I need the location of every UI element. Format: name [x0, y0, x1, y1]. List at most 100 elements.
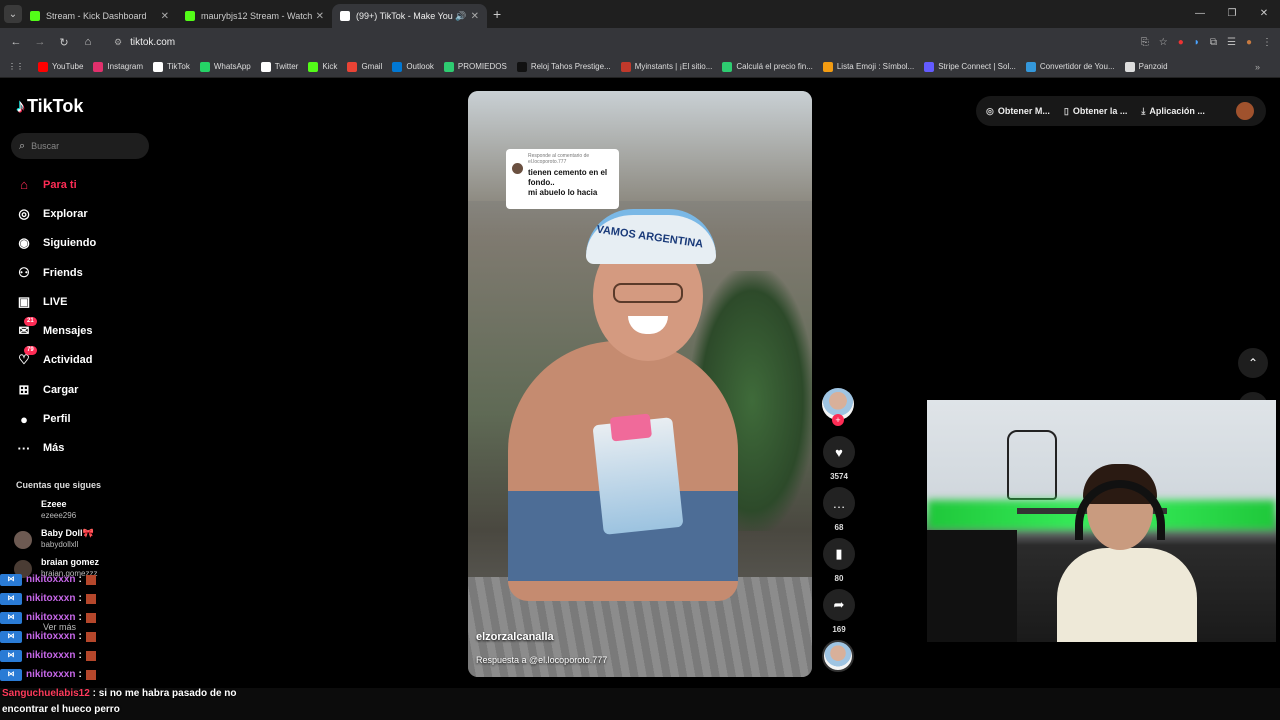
tiktok-logo[interactable]: ♪ TikTok — [16, 96, 83, 117]
new-tab-button[interactable]: + — [493, 6, 501, 22]
sidebar-item-label: Para ti — [43, 178, 77, 191]
bookmark-item[interactable]: PROMIEDOS — [443, 61, 507, 72]
maximize-button[interactable]: ❐ — [1216, 0, 1248, 28]
follow-plus-icon[interactable]: + — [832, 414, 844, 426]
streamer-shirt — [1057, 548, 1197, 642]
get-coins-label: Obtener M... — [997, 106, 1050, 116]
video-actions: + ♥ 3574 … 68 ▮ 80 ➦ 169 — [822, 388, 856, 672]
site-info-icon[interactable]: ⚙ — [114, 37, 122, 48]
comment-icon[interactable]: … — [823, 487, 855, 519]
music-disc-icon[interactable] — [822, 640, 854, 672]
home-button[interactable]: ⌂ — [76, 36, 100, 48]
sidebar-item-activity[interactable]: ♡ 79 Actividad — [16, 346, 96, 375]
bookmark-item[interactable]: Myinstants | ¡El sitio... — [620, 61, 712, 72]
browser-menu-icon[interactable]: ⋮ — [1262, 37, 1272, 48]
notification-badge: 21 — [24, 317, 37, 327]
heart-icon[interactable]: ♥ — [823, 436, 855, 468]
coin-icon: ◎ — [986, 105, 994, 116]
extensions-icon[interactable]: ⧉ — [1210, 37, 1217, 48]
sidebar-item-messages[interactable]: ✉ 21 Mensajes — [16, 316, 96, 345]
bookmark-item[interactable]: Gmail — [347, 61, 382, 72]
comment-action[interactable]: … 68 — [822, 487, 856, 532]
desktop-app-button[interactable]: ⤓ Aplicación ... — [1141, 106, 1205, 117]
back-button[interactable]: ← — [4, 36, 28, 48]
bookmark-label: TikTok — [167, 62, 190, 71]
profile-avatar-icon[interactable]: ● — [1246, 37, 1252, 48]
bookmark-item[interactable]: YouTube — [38, 61, 83, 72]
browser-tab[interactable]: (99+) TikTok - Make Your Day🔊 ✕ — [332, 4, 487, 28]
bookmark-item[interactable]: Twitter — [260, 61, 298, 72]
close-tab-icon[interactable]: ✕ — [316, 11, 324, 22]
sidebar-item-live[interactable]: ▣ LIVE — [16, 287, 96, 316]
more-icon: ··· — [17, 440, 31, 456]
streamer — [1057, 464, 1197, 642]
video-player[interactable]: VAMOS ARGENTINA Responde al comentario d… — [468, 91, 812, 677]
sidebar-item-more[interactable]: ··· Más — [16, 434, 96, 463]
creator-avatar[interactable]: + — [822, 388, 854, 426]
bookmark-item[interactable]: Panzoid — [1124, 61, 1168, 72]
user-avatar[interactable] — [1236, 102, 1254, 120]
bookmark-favicon-icon — [199, 61, 210, 72]
speaker-icon[interactable]: 🔊 — [455, 11, 466, 22]
following-title: Cuentas que sigues — [16, 480, 102, 490]
url-field[interactable]: ⚙ tiktok.com — [114, 37, 175, 48]
bookmark-list: YouTube Instagram TikTok WhatsApp Twitter Kic… — [38, 61, 1178, 72]
video-description[interactable]: Respuesta a @el.locoporoto.777 — [476, 655, 607, 665]
url-text: tiktok.com — [130, 36, 176, 48]
minimize-button[interactable]: — — [1184, 0, 1216, 28]
share-icon[interactable]: ➦ — [823, 589, 855, 621]
bookmark-item[interactable]: Lista Emoji : Símbol... — [822, 61, 914, 72]
profile-icon: ● — [20, 411, 28, 427]
bookmark-label: Convertidor de You... — [1039, 62, 1115, 71]
bookmark-item[interactable]: Reloj Tahos Prestige... — [516, 61, 611, 72]
sidebar-item-friends[interactable]: ⚇ Friends — [16, 258, 96, 287]
save-action[interactable]: ▮ 80 — [822, 538, 856, 583]
extension-wave-icon[interactable]: ◗ — [1194, 37, 1200, 48]
sidebar-item-home[interactable]: ⌂ Para ti — [16, 170, 96, 199]
close-tab-icon[interactable]: ✕ — [471, 11, 479, 22]
bookmark-item[interactable]: WhatsApp — [199, 61, 251, 72]
bookmark-item[interactable]: Stripe Connect | Sol... — [924, 61, 1016, 72]
bookmark-label: Instagram — [107, 62, 144, 71]
chat-username: nikitoxxxn — [26, 631, 76, 642]
bookmarks-overflow-icon[interactable]: » — [1255, 62, 1260, 72]
bookmark-item[interactable]: Outlook — [392, 61, 434, 72]
bookmark-item[interactable]: Convertidor de You... — [1025, 61, 1115, 72]
bookmark-item[interactable]: Instagram — [93, 61, 144, 72]
like-action[interactable]: ♥ 3574 — [822, 436, 856, 481]
sidebar-item-upload[interactable]: ⊞ Cargar — [16, 375, 96, 404]
video-author[interactable]: elzorzalcanalla — [476, 631, 554, 643]
browser-tab[interactable]: Stream - Kick Dashboard ✕ — [22, 4, 177, 28]
apps-icon[interactable]: ⋮⋮ — [8, 62, 24, 71]
reload-button[interactable]: ↻ — [52, 36, 76, 49]
followed-account[interactable]: Ezeee ezeee296 — [14, 498, 76, 521]
sidebar-item-profile[interactable]: ● Perfil — [16, 404, 96, 433]
tab-search-button[interactable]: ⌄ — [4, 5, 22, 23]
search-input[interactable] — [31, 141, 132, 151]
get-app-button[interactable]: ▯ Obtener la ... — [1064, 106, 1127, 117]
get-coins-button[interactable]: ◎ Obtener M... — [986, 106, 1050, 117]
forward-button[interactable]: → — [28, 36, 52, 48]
search-box[interactable]: ⌕ — [11, 133, 149, 159]
extension-record-icon[interactable]: ● — [1178, 37, 1184, 48]
bookmark-icon[interactable]: ▮ — [823, 538, 855, 570]
close-tab-icon[interactable]: ✕ — [161, 11, 169, 22]
bookmark-label: Outlook — [406, 62, 434, 71]
sidebar-item-compass[interactable]: ◎ Explorar — [16, 199, 96, 228]
sidebar-item-following[interactable]: ◉ Siguiendo — [16, 229, 96, 258]
close-window-button[interactable]: ✕ — [1248, 0, 1280, 28]
bookmark-item[interactable]: Kick — [308, 61, 337, 72]
top-right-bar: ◎ Obtener M... ▯ Obtener la ... ⤓ Aplicació… — [976, 96, 1266, 126]
install-app-icon[interactable]: ⎘ — [1141, 37, 1149, 48]
followed-account[interactable]: Baby Doll🎀 babydollxll — [14, 527, 94, 550]
browser-tab[interactable]: maurybjs12 Stream - Watch Live ✕ — [177, 4, 332, 28]
bookmark-star-icon[interactable]: ☆ — [1159, 37, 1168, 48]
bookmark-item[interactable]: TikTok — [153, 61, 190, 72]
bookmark-favicon-icon — [822, 61, 833, 72]
previous-video-button[interactable]: ⌃ — [1238, 348, 1268, 378]
bookmark-item[interactable]: Calculá el precio fin... — [722, 61, 813, 72]
share-action[interactable]: ➦ 169 — [822, 589, 856, 634]
account-name: Baby Doll🎀 — [41, 528, 94, 538]
bookmarks-bar: ⋮⋮ YouTube Instagram TikTok WhatsApp Twitter… — [0, 56, 1280, 78]
reading-list-icon[interactable]: ☰ — [1227, 37, 1236, 48]
